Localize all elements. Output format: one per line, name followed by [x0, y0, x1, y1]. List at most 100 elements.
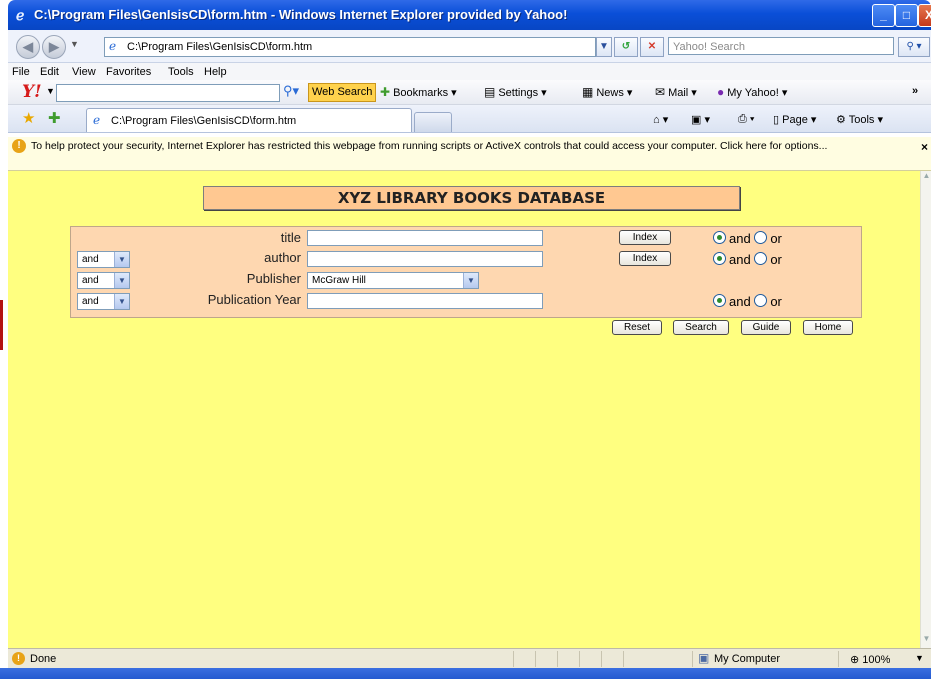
author-logic-group: and or: [713, 252, 782, 267]
status-text: Done: [30, 653, 57, 665]
title-or-radio[interactable]: [754, 231, 768, 244]
close-icon[interactable]: ×: [921, 140, 928, 154]
mail-label: Mail: [668, 87, 689, 99]
close-button[interactable]: X: [918, 4, 931, 27]
mail-button[interactable]: ✉ Mail ▾: [655, 85, 697, 99]
search-form-panel: title Index and or and ▼ author Index and…: [70, 226, 862, 318]
publisher-select[interactable]: McGraw Hill ▼: [307, 272, 479, 289]
yahoo-search-input[interactable]: [56, 84, 280, 102]
refresh-button[interactable]: ↺: [614, 37, 638, 57]
menu-help[interactable]: Help: [204, 66, 227, 78]
settings-button[interactable]: ▤ Settings ▾: [484, 85, 547, 99]
ie-logo-icon: ℯ: [16, 7, 25, 23]
status-bar: ! Done ▣ My Computer ⊕ 100% ▼: [8, 648, 931, 669]
year-or-radio[interactable]: [754, 294, 768, 307]
page-icon: ▯: [773, 114, 780, 126]
zoom-level[interactable]: ⊕ 100%: [850, 653, 890, 666]
recent-pages-dropdown-icon[interactable]: ▼: [70, 39, 79, 49]
toolbar-overflow-button[interactable]: »: [912, 85, 918, 97]
feeds-icon[interactable]: ▣ ▾: [691, 113, 710, 126]
address-dropdown-button[interactable]: ▼: [596, 37, 612, 57]
yahoo-menu-dropdown-icon[interactable]: ▼: [46, 86, 55, 96]
new-tab-button[interactable]: [414, 112, 452, 132]
minimize-button[interactable]: _: [872, 4, 895, 27]
vertical-scrollbar[interactable]: ▲ ▼: [920, 171, 931, 648]
zoom-icon: ⊕: [850, 654, 860, 666]
menu-bar: File Edit View Favorites Tools Help: [8, 63, 931, 80]
warning-icon: !: [12, 139, 26, 153]
yahoo-logo-icon[interactable]: Y!: [22, 82, 42, 102]
favorites-star-icon[interactable]: ★: [22, 109, 35, 127]
author-input[interactable]: [307, 251, 543, 267]
menu-favorites[interactable]: Favorites: [106, 66, 151, 78]
status-divider: [838, 651, 839, 667]
info-bar-message[interactable]: To help protect your security, Internet …: [31, 140, 901, 152]
news-icon: ▦: [582, 85, 594, 99]
bookmarks-label: Bookmarks: [393, 87, 449, 99]
year-and-label: and: [729, 294, 751, 309]
author-and-label: and: [729, 252, 751, 267]
print-icon[interactable]: ⎙ ▾: [738, 113, 754, 126]
zoom-dropdown-icon[interactable]: ▼: [915, 653, 924, 663]
my-yahoo-button[interactable]: ● My Yahoo! ▾: [717, 85, 787, 99]
taskbar: [0, 668, 931, 679]
search-button[interactable]: Search: [673, 320, 729, 335]
page-icon: ℯ: [93, 113, 101, 127]
background-window-edge: [0, 300, 3, 350]
title-index-button[interactable]: Index: [619, 230, 671, 245]
status-divider: [579, 651, 580, 667]
window-title: C:\Program Files\GenIsisCD\form.htm - Wi…: [34, 7, 568, 22]
author-or-radio[interactable]: [754, 252, 768, 265]
title-input[interactable]: [307, 230, 543, 246]
search-go-button[interactable]: ⚲ ▾: [898, 37, 930, 57]
author-and-radio[interactable]: [713, 252, 726, 265]
window-title-bar[interactable]: ℯ C:\Program Files\GenIsisCD\form.htm - …: [8, 0, 931, 30]
menu-edit[interactable]: Edit: [40, 66, 59, 78]
tab-row: ★ ✚ ℯ C:\Program Files\GenIsisCD\form.ht…: [8, 105, 931, 133]
publisher-select-value: McGraw Hill: [312, 275, 366, 286]
address-field[interactable]: ℯ C:\Program Files\GenIsisCD\form.htm: [104, 37, 596, 57]
bookmarks-button[interactable]: ✚ Bookmarks ▾: [380, 85, 457, 99]
year-and-radio[interactable]: [713, 294, 726, 307]
stop-button[interactable]: ✕: [640, 37, 664, 57]
home-icon[interactable]: ⌂ ▾: [653, 113, 668, 126]
tab-form-htm[interactable]: ℯ C:\Program Files\GenIsisCD\form.htm: [86, 108, 412, 132]
status-divider: [513, 651, 514, 667]
maximize-button[interactable]: □: [895, 4, 918, 27]
menu-view[interactable]: View: [72, 66, 96, 78]
scroll-up-icon[interactable]: ▲: [921, 171, 931, 185]
page-menu-button[interactable]: ▯ Page ▾: [773, 113, 816, 126]
publisher-label: Publisher: [246, 271, 301, 286]
yahoo-toolbar: Y! ▼ ⚲▾ Web Search ✚ Bookmarks ▾ ▤ Setting…: [8, 80, 931, 105]
home-button[interactable]: Home: [803, 320, 853, 335]
guide-button[interactable]: Guide: [741, 320, 791, 335]
computer-icon: ▣: [698, 651, 710, 665]
back-button[interactable]: ◀: [16, 35, 40, 59]
year-logic-group: and or: [713, 294, 782, 309]
author-index-button[interactable]: Index: [619, 251, 671, 266]
zoom-value: 100%: [862, 654, 891, 666]
status-divider: [601, 651, 602, 667]
address-url[interactable]: C:\Program Files\GenIsisCD\form.htm: [127, 41, 312, 53]
author-or-label: or: [770, 252, 782, 267]
title-and-radio[interactable]: [713, 231, 726, 244]
news-button[interactable]: ▦ News ▾: [582, 85, 632, 99]
menu-tools[interactable]: Tools: [168, 66, 194, 78]
status-divider: [623, 651, 624, 667]
forward-button[interactable]: ▶: [42, 35, 66, 59]
publication-year-input[interactable]: [307, 293, 543, 309]
reset-button[interactable]: Reset: [612, 320, 662, 335]
search-icon[interactable]: ⚲▾: [283, 83, 299, 99]
security-info-bar[interactable]: ! To help protect your security, Interne…: [8, 137, 931, 171]
tools-menu-button[interactable]: ⚙ Tools ▾: [836, 113, 883, 126]
news-label: News: [596, 87, 624, 99]
add-favorites-icon[interactable]: ✚: [48, 109, 61, 127]
status-divider: [557, 651, 558, 667]
search-input[interactable]: Yahoo! Search: [668, 37, 894, 55]
settings-label: Settings: [498, 87, 539, 99]
scroll-down-icon[interactable]: ▼: [921, 634, 931, 648]
menu-file[interactable]: File: [12, 66, 30, 78]
publication-year-label: Publication Year: [207, 292, 301, 307]
web-search-button[interactable]: Web Search: [308, 83, 377, 102]
gear-icon: ⚙: [836, 114, 846, 126]
